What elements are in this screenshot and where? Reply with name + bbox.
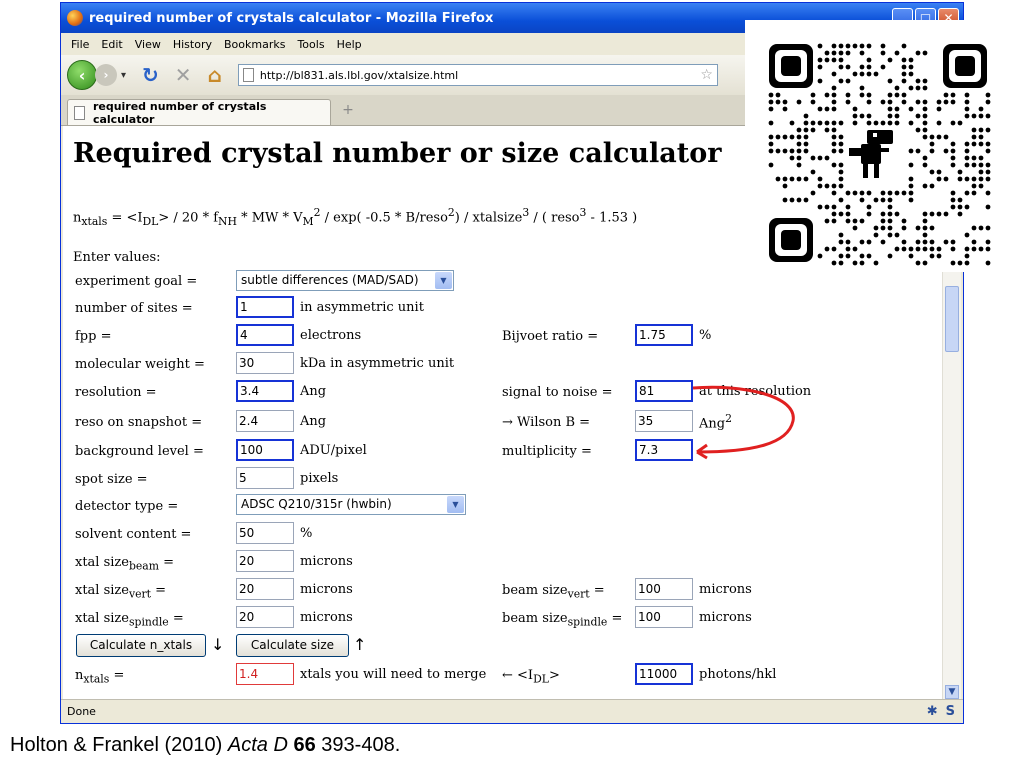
down-arrow-icon: ↓ — [211, 635, 225, 654]
home-icon[interactable]: ⌂ — [208, 63, 222, 87]
back-button[interactable]: ‹ — [67, 60, 97, 90]
calculate-nxtals-button[interactable]: Calculate n_xtals — [76, 634, 206, 657]
bijvoet-input[interactable]: 1.75 — [635, 324, 693, 346]
resolution-unit: Ang — [300, 384, 327, 399]
scroll-down-icon[interactable]: ▼ — [945, 685, 959, 699]
background-label: background level = — [75, 444, 204, 459]
sites-input[interactable]: 1 — [236, 296, 294, 318]
calculate-size-button[interactable]: Calculate size — [236, 634, 349, 657]
chevron-down-icon[interactable]: ▼ — [435, 272, 452, 289]
detector-select[interactable]: ADSC Q210/315r (hwbin) ▼ — [236, 494, 466, 515]
addon-icon[interactable]: ✱ — [927, 704, 938, 719]
goal-select[interactable]: subtle differences (MAD/SAD) ▼ — [236, 270, 454, 291]
tab-page-icon — [74, 105, 85, 120]
formula: nxtals = <IDL> / 20 * fNH * MW * VM2 / e… — [73, 206, 638, 228]
sites-unit: in asymmetric unit — [300, 300, 424, 315]
xtal-spindle-unit: microns — [300, 610, 353, 625]
resolution-label: resolution = — [75, 385, 157, 400]
xtal-vert-label: xtal sizevert = — [75, 583, 167, 601]
beam-vert-unit: microns — [699, 582, 752, 597]
beam-spindle-input[interactable]: 100 — [635, 606, 693, 628]
sites-label: number of sites = — [75, 301, 193, 316]
xtal-vert-unit: microns — [300, 582, 353, 597]
bijvoet-unit: % — [699, 328, 712, 343]
stop-icon[interactable]: ✕ — [175, 63, 192, 87]
status-bar: Done ✱ S — [61, 699, 963, 723]
xtal-beam-input[interactable]: 20 — [236, 550, 294, 572]
background-unit: ADU/pixel — [300, 443, 367, 458]
fpp-unit: electrons — [300, 328, 362, 343]
spot-size-label: spot size = — [75, 472, 148, 487]
wilson-b-label: → Wilson B = — [502, 415, 591, 430]
beam-spindle-unit: microns — [699, 610, 752, 625]
beam-vert-input[interactable]: 100 — [635, 578, 693, 600]
nxtals-output[interactable]: 1.4 — [236, 663, 294, 685]
address-bar[interactable]: http://bl831.als.lbl.gov/xtalsize.html ☆ — [237, 64, 718, 86]
mw-unit: kDa in asymmetric unit — [300, 356, 455, 371]
history-dropdown-icon[interactable]: ▾ — [121, 70, 126, 81]
up-arrow-icon: ↑ — [353, 635, 367, 654]
menu-history[interactable]: History — [169, 38, 220, 51]
snapshot-unit: Ang — [300, 414, 327, 429]
resolution-input[interactable]: 3.4 — [236, 380, 294, 402]
tab-label: required number of crystals calculator — [92, 99, 267, 126]
menu-view[interactable]: View — [131, 38, 169, 51]
bookmark-star-icon[interactable]: ☆ — [700, 67, 713, 83]
snapshot-label: reso on snapshot = — [75, 415, 203, 430]
spot-size-unit: pixels — [300, 471, 339, 486]
spot-size-input[interactable]: 5 — [236, 467, 294, 489]
new-tab-button[interactable]: + — [337, 102, 359, 122]
page-heading: Required crystal number or size calculat… — [73, 138, 722, 169]
status-text: Done — [67, 705, 96, 718]
nxtals-label: nxtals = — [75, 668, 125, 686]
menu-file[interactable]: File — [67, 38, 97, 51]
mw-label: molecular weight = — [75, 357, 205, 372]
idl-label: ← <IDL> — [502, 668, 560, 686]
snapshot-input[interactable]: 2.4 — [236, 410, 294, 432]
enter-values-label: Enter values: — [73, 250, 161, 265]
signal-noise-label: signal to noise = — [502, 385, 613, 400]
menu-tools[interactable]: Tools — [293, 38, 332, 51]
firefox-icon — [67, 10, 83, 26]
citation-caption: Holton & Frankel (2010) Acta D 66 393-40… — [10, 734, 401, 756]
tab-active[interactable]: required number of crystals calculator — [67, 99, 331, 126]
xtal-beam-label: xtal sizebeam = — [75, 555, 175, 573]
nxtals-unit: xtals you will need to merge — [300, 667, 487, 682]
page-icon — [242, 68, 254, 82]
security-icon[interactable]: S — [946, 704, 955, 719]
forward-button[interactable]: › — [95, 64, 117, 86]
bijvoet-label: Bijvoet ratio = — [502, 329, 599, 344]
goal-label: experiment goal = — [75, 274, 198, 289]
multiplicity-label: multiplicity = — [502, 444, 592, 459]
idl-input[interactable]: 11000 — [635, 663, 693, 685]
scrollbar-thumb[interactable] — [945, 286, 959, 352]
xtal-spindle-input[interactable]: 20 — [236, 606, 294, 628]
fpp-label: fpp = — [75, 329, 112, 344]
beam-vert-label: beam sizevert = — [502, 583, 605, 601]
menu-edit[interactable]: Edit — [97, 38, 130, 51]
chevron-down-icon[interactable]: ▼ — [447, 496, 464, 513]
xtal-spindle-label: xtal sizespindle = — [75, 611, 184, 629]
reload-icon[interactable]: ↻ — [142, 63, 159, 87]
beam-spindle-label: beam sizespindle = — [502, 611, 623, 629]
qr-code-image — [745, 20, 997, 272]
menu-help[interactable]: Help — [333, 38, 370, 51]
annotation-arrow — [692, 385, 795, 460]
solvent-label: solvent content = — [75, 527, 192, 542]
background-input[interactable]: 100 — [236, 439, 294, 461]
url-text[interactable]: http://bl831.als.lbl.gov/xtalsize.html — [260, 69, 700, 82]
xtal-beam-unit: microns — [300, 554, 353, 569]
detector-label: detector type = — [75, 499, 179, 514]
solvent-unit: % — [300, 526, 313, 541]
idl-unit: photons/hkl — [699, 667, 777, 682]
menu-bookmarks[interactable]: Bookmarks — [220, 38, 293, 51]
xtal-vert-input[interactable]: 20 — [236, 578, 294, 600]
fpp-input[interactable]: 4 — [236, 324, 294, 346]
mw-input[interactable]: 30 — [236, 352, 294, 374]
solvent-input[interactable]: 50 — [236, 522, 294, 544]
